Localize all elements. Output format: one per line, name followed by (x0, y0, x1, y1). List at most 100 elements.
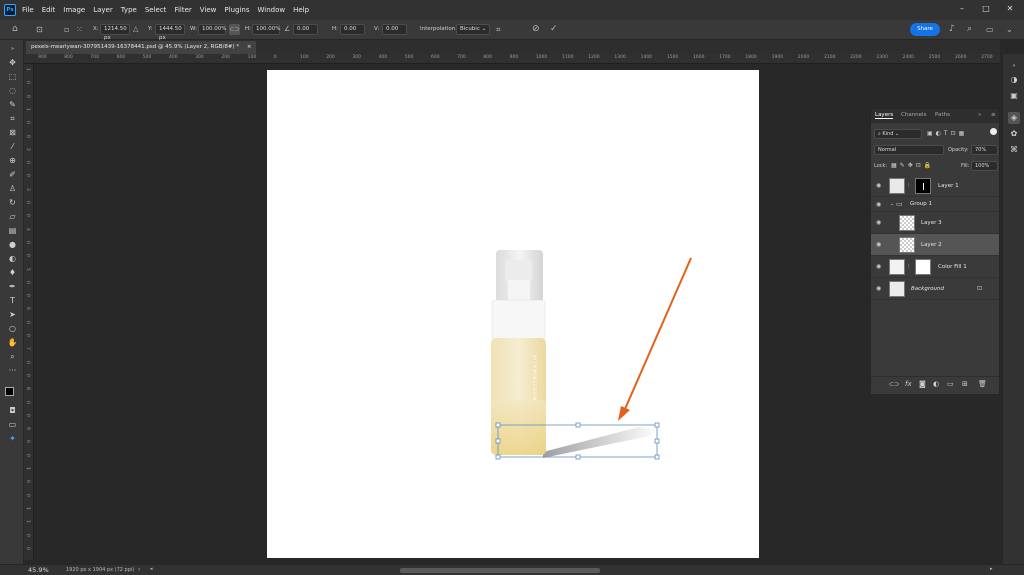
tab-layers[interactable]: Layers (875, 112, 894, 119)
chain-link-icon[interactable]: ⁝ (908, 183, 910, 189)
tab-paths[interactable]: Paths (935, 112, 950, 118)
delete-layer-icon[interactable]: 🗑 (978, 380, 987, 388)
hand-tool-icon[interactable]: ✋ (7, 337, 18, 348)
eraser-tool-icon[interactable]: ▱ (7, 211, 18, 222)
layers-panel-icon[interactable]: ◈ (1008, 112, 1020, 124)
document-canvas[interactable]: V I T A M I N S E R U M (267, 70, 759, 558)
filter-toggle-icon[interactable] (990, 128, 997, 135)
layer-row-layer-1[interactable]: ◉ ⁝ Layer 1 (871, 175, 999, 197)
layer-row-background[interactable]: ◉ Background ⊡ (871, 278, 999, 300)
quick-mask-icon[interactable]: ◘ (7, 405, 18, 416)
menu-edit[interactable]: Edit (42, 6, 56, 14)
home-icon[interactable]: ⌂ (12, 24, 18, 35)
layer-row-group-1[interactable]: ◉ ⌄ ▭ Group 1 (871, 197, 999, 212)
shape-tool-icon[interactable]: ○ (7, 323, 18, 334)
tab-channels[interactable]: Channels (901, 112, 926, 118)
document-tab[interactable]: pexels-mearlywan-307951439-16378441.psd … (26, 41, 256, 54)
menu-file[interactable]: File (22, 6, 34, 14)
chain-link-icon[interactable]: ⁝ (908, 264, 910, 270)
screen-mode-icon[interactable]: ▭ (7, 419, 18, 430)
menu-help[interactable]: Help (293, 6, 309, 14)
menu-plugins[interactable]: Plugins (224, 6, 249, 14)
layer-row-color-fill-1[interactable]: ◉ ⁝ Color Fill 1 (871, 256, 999, 278)
width-field[interactable]: 100.00% (198, 24, 226, 35)
visibility-eye-icon[interactable]: ◉ (876, 285, 881, 292)
tab-close-icon[interactable]: × (247, 44, 252, 50)
height-field[interactable]: 100.00% (252, 24, 280, 35)
reference-point-checkbox[interactable]: ▫ (64, 24, 69, 35)
notifications-icon[interactable]: ♪ (949, 24, 955, 35)
visibility-eye-icon[interactable]: ◉ (876, 241, 881, 248)
layer-mask-thumbnail[interactable] (915, 178, 931, 194)
path-selection-tool-icon[interactable]: ➤ (7, 309, 18, 320)
layer-row-layer-2[interactable]: ◉ Layer 2 (871, 234, 999, 256)
link-layers-icon[interactable]: ⊂⊃ (889, 381, 899, 388)
visibility-eye-icon[interactable]: ◉ (876, 263, 881, 270)
visibility-eye-icon[interactable]: ◉ (876, 201, 881, 208)
layer-mask-thumbnail[interactable] (915, 259, 931, 275)
workspace-menu-icon[interactable]: ⌄ (1006, 24, 1013, 35)
brush-tool-icon[interactable]: ✐ (7, 169, 18, 180)
opacity-field[interactable]: 70% (971, 145, 998, 155)
add-mask-icon[interactable]: ◙ (919, 380, 926, 388)
type-tool-icon[interactable]: T (7, 295, 18, 306)
properties-panel-icon[interactable]: ▣ (1008, 90, 1020, 102)
interpolation-select[interactable]: Bicubic ⌄ (456, 24, 490, 35)
scroll-left-icon[interactable]: ◂ (150, 566, 153, 572)
menu-window[interactable]: Window (257, 6, 285, 14)
scroll-right-icon[interactable]: ▸ (990, 566, 993, 572)
filter-icons[interactable]: ▣◐T⊡▦ (927, 130, 967, 137)
eyedropper-tool-icon[interactable]: ⁄ (7, 141, 18, 152)
clone-stamp-tool-icon[interactable]: ♙ (7, 183, 18, 194)
zoom-tool-icon[interactable]: ⌕ (7, 351, 18, 362)
group-expand-icon[interactable]: ⌄ (890, 201, 894, 207)
new-group-icon[interactable]: ▭ (947, 380, 954, 388)
adjustments-panel-icon[interactable]: ✿ (1008, 128, 1020, 140)
crop-tool-icon[interactable]: ⌗ (7, 113, 18, 124)
restore-icon[interactable]: □ (978, 2, 994, 16)
horizontal-scrollbar-thumb[interactable] (400, 568, 600, 573)
menu-type[interactable]: Type (121, 6, 137, 14)
quick-select-tool-icon[interactable]: ✎ (7, 99, 18, 110)
collapse-panel-icon[interactable]: » (978, 112, 981, 118)
menu-view[interactable]: View (200, 6, 217, 14)
color-panel-icon[interactable]: ◑ (1008, 74, 1020, 86)
layer-style-icon[interactable]: fx (905, 380, 912, 388)
warp-icon[interactable]: ⌗ (496, 24, 501, 35)
move-tool-icon[interactable]: ✥ (7, 57, 18, 68)
adjustment-layer-icon[interactable]: ◐ (933, 380, 939, 388)
vskew-field[interactable]: 0.00 (382, 24, 407, 35)
generative-icon[interactable]: ✦ (7, 433, 18, 444)
pen-tool-icon[interactable]: ✒ (7, 281, 18, 292)
blend-mode-select[interactable]: Normal (874, 145, 944, 155)
foreground-color-swatch[interactable] (5, 387, 14, 396)
fill-field[interactable]: 100% (971, 161, 998, 171)
panel-menu-icon[interactable]: ≡ (991, 112, 996, 118)
smudge-tool-icon[interactable]: ♦ (7, 267, 18, 278)
workspace-icon[interactable]: ▭ (986, 24, 994, 35)
layer-row-layer-3[interactable]: ◉ Layer 3 (871, 212, 999, 234)
y-position-field[interactable]: 1444.50 px (155, 24, 185, 41)
minimize-icon[interactable]: – (954, 2, 970, 16)
close-window-icon[interactable]: ✕ (1002, 2, 1018, 16)
zoom-level[interactable]: 45.9% (28, 566, 49, 574)
search-icon[interactable]: ⌕ (967, 24, 972, 35)
gradient-tool-icon[interactable]: ▤ (7, 225, 18, 236)
menu-select[interactable]: Select (145, 6, 167, 14)
frame-tool-icon[interactable]: ⊠ (7, 127, 18, 138)
status-menu-icon[interactable]: › (138, 566, 140, 573)
document-info[interactable]: 1920 px x 1904 px (72 ppi) (66, 567, 134, 573)
visibility-eye-icon[interactable]: ◉ (876, 182, 881, 189)
menu-filter[interactable]: Filter (174, 6, 191, 14)
more-tools-icon[interactable]: ··· (7, 365, 18, 376)
lock-icon[interactable]: ⊡ (977, 285, 982, 292)
relative-position-icon[interactable]: △ (133, 24, 138, 35)
history-brush-tool-icon[interactable]: ↻ (7, 197, 18, 208)
share-button[interactable]: Share (910, 23, 940, 36)
kind-filter-select[interactable]: ⌕ Kind ⌄ (874, 129, 922, 139)
lasso-tool-icon[interactable]: ◌ (7, 85, 18, 96)
reference-grid-icon[interactable]: ⁙ (76, 24, 83, 35)
menu-image[interactable]: Image (63, 6, 85, 14)
paths-panel-icon[interactable]: ⌘ (1008, 144, 1020, 156)
hskew-field[interactable]: 0.00 (340, 24, 365, 35)
